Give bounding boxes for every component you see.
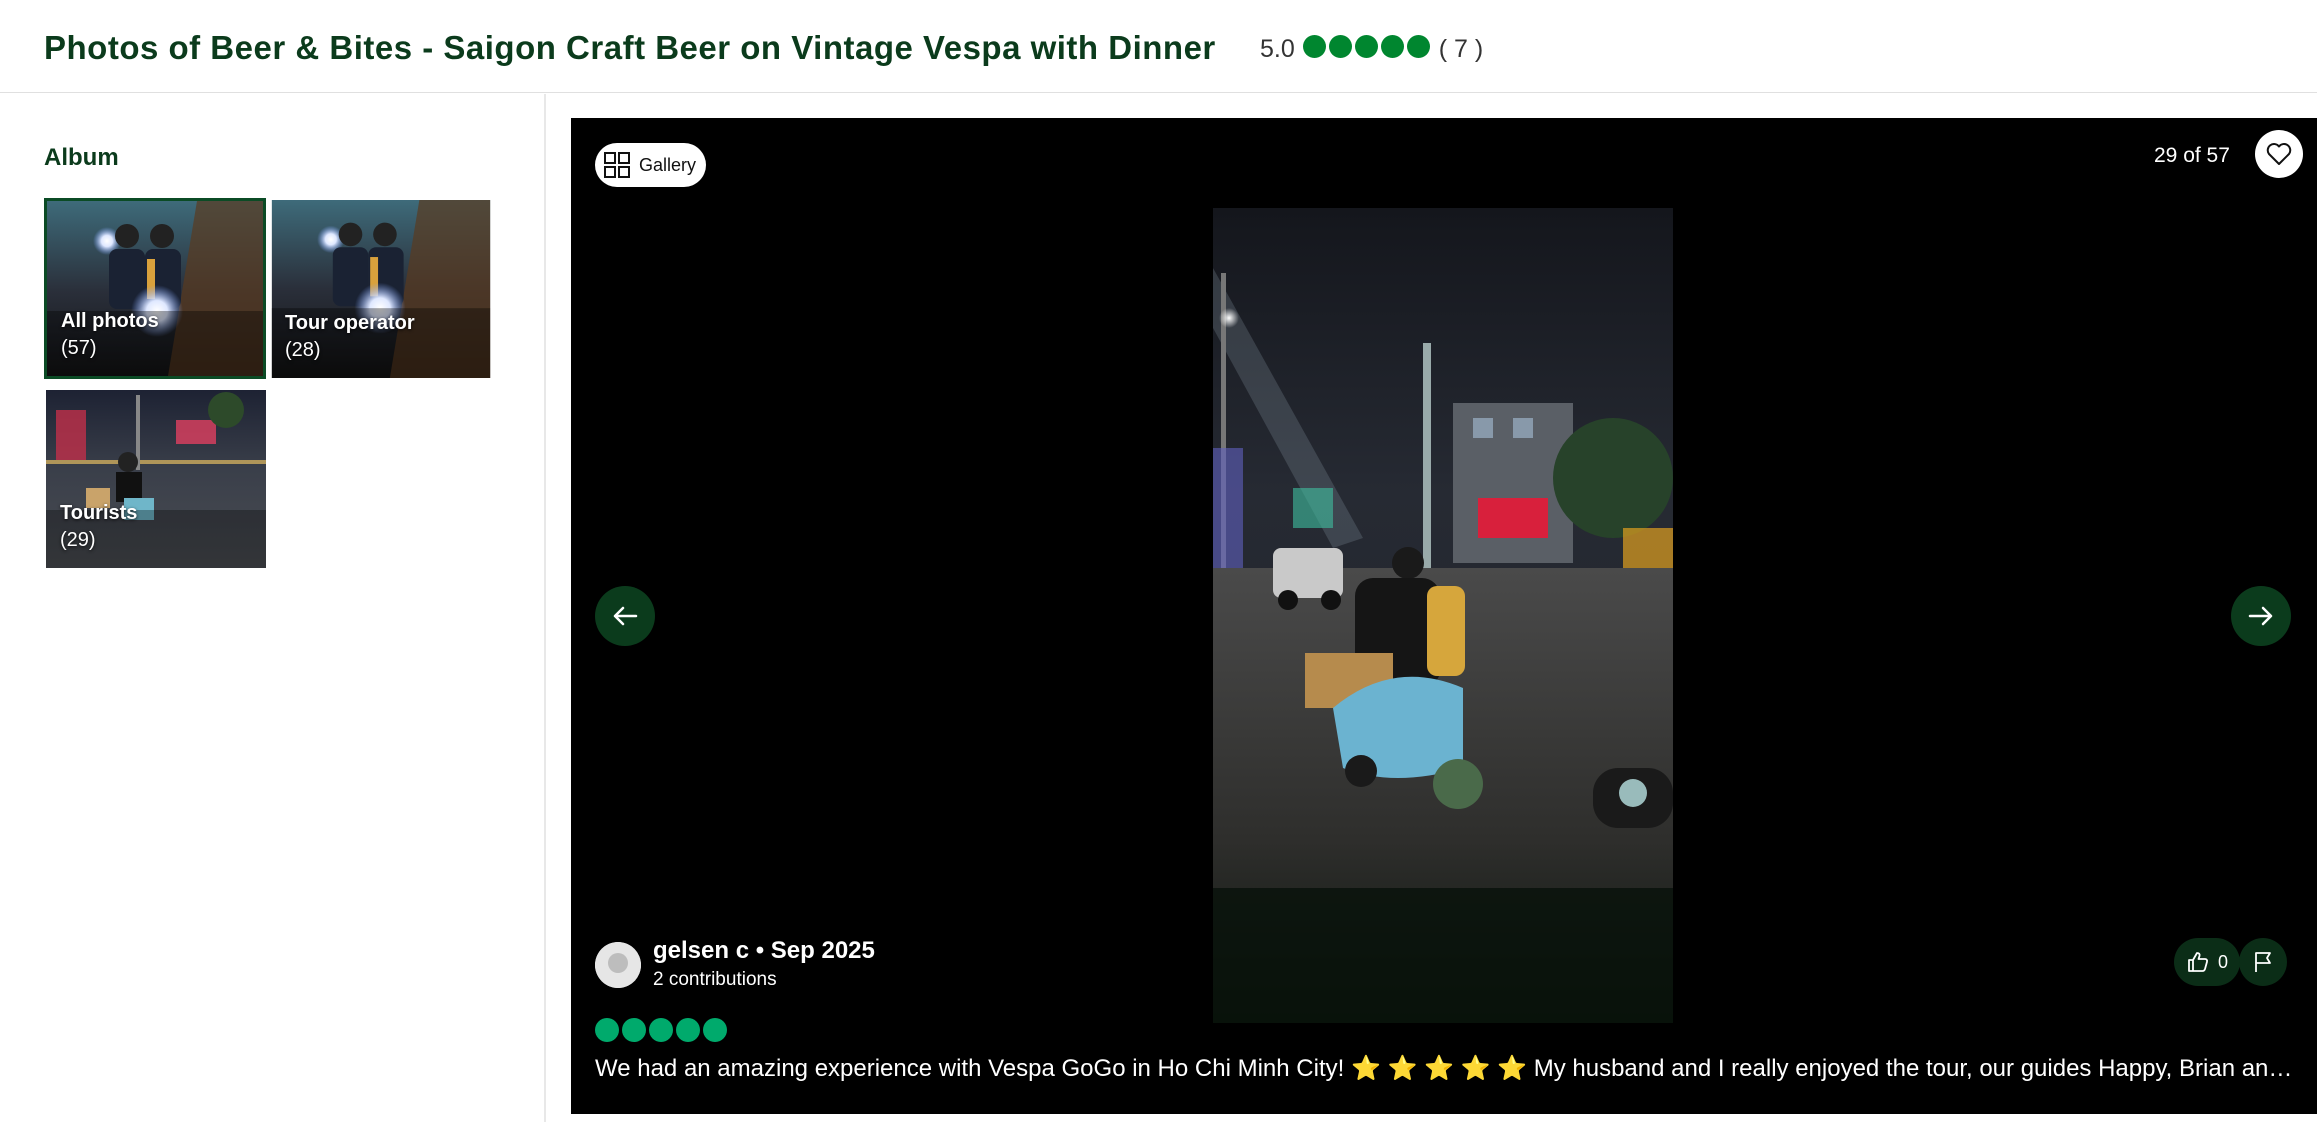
album-sidebar: Album All photos (57) Tour operator (28)… bbox=[0, 94, 546, 1122]
rating-bubble bbox=[1354, 35, 1378, 58]
rating-bubble bbox=[1302, 35, 1326, 58]
review-count[interactable]: ( 7 ) bbox=[1439, 35, 1483, 64]
rating-bubble bbox=[649, 1018, 673, 1042]
album-name: Tour operator bbox=[285, 312, 415, 334]
rating-bubble bbox=[676, 1018, 700, 1042]
album-count: (29) bbox=[60, 529, 96, 551]
main-photo bbox=[1213, 208, 1673, 1023]
album-count: (57) bbox=[61, 337, 97, 359]
helpful-vote-button[interactable]: 0 bbox=[2174, 938, 2241, 986]
heart-icon bbox=[2266, 143, 2292, 165]
album-tile-tourists[interactable]: Tourists (29) bbox=[46, 390, 266, 568]
page-title: Photos of Beer & Bites - Saigon Craft Be… bbox=[44, 29, 1216, 66]
arrow-left-icon bbox=[613, 606, 638, 626]
rating-bubble bbox=[622, 1018, 646, 1042]
avatar[interactable] bbox=[595, 942, 641, 988]
avatar-placeholder-icon bbox=[595, 942, 641, 988]
report-photo-button[interactable] bbox=[2239, 938, 2287, 986]
rating-score: 5.0 bbox=[1260, 34, 1295, 63]
album-label: Tourists (29) bbox=[60, 500, 137, 554]
rating-bubbles bbox=[1302, 35, 1433, 63]
rating-bubble bbox=[1380, 35, 1404, 58]
review-star-emojis: ⭐ ⭐ ⭐ ⭐ ⭐ bbox=[1350, 1055, 1528, 1082]
photo-viewer: Gallery 29 of 57 gelsen c • Sep 2025 2 c… bbox=[571, 118, 2317, 1114]
rating-bubble bbox=[595, 1018, 619, 1042]
next-photo-button[interactable] bbox=[2231, 586, 2291, 646]
gallery-button[interactable]: Gallery bbox=[595, 143, 707, 187]
gallery-label: Gallery bbox=[639, 154, 697, 175]
review-text[interactable]: We had an amazing experience with Vespa … bbox=[595, 1054, 2295, 1083]
album-name: All photos bbox=[61, 310, 159, 332]
album-tile-all-photos[interactable]: All photos (57) bbox=[44, 198, 266, 379]
author-info: gelsen c • Sep 2025 2 contributions bbox=[653, 936, 875, 994]
review-rating-bubbles bbox=[595, 1018, 730, 1042]
rating-bubble bbox=[703, 1018, 727, 1042]
album-tile-tour-operator[interactable]: Tour operator (28) bbox=[271, 200, 491, 378]
page-header: Photos of Beer & Bites - Saigon Craft Be… bbox=[0, 0, 2317, 93]
gallery-grid-icon bbox=[604, 152, 630, 178]
helpful-count: 0 bbox=[2218, 951, 2229, 972]
review-author: gelsen c • Sep 2025 2 contributions bbox=[595, 936, 875, 994]
rating-bubble bbox=[1328, 35, 1352, 58]
album-name: Tourists bbox=[60, 502, 138, 524]
album-label: All photos (57) bbox=[61, 308, 159, 362]
album-count: (28) bbox=[285, 339, 321, 361]
rating-bubble bbox=[1406, 35, 1430, 58]
album-heading: Album bbox=[44, 144, 119, 171]
author-name-date[interactable]: gelsen c • Sep 2025 bbox=[653, 936, 875, 966]
save-favorite-button[interactable] bbox=[2255, 130, 2303, 178]
thumbs-up-icon bbox=[2188, 952, 2209, 972]
album-label: Tour operator (28) bbox=[285, 310, 415, 364]
review-text-end: My husband and I really enjoyed the tour… bbox=[1533, 1055, 2293, 1082]
rating-summary[interactable]: 5.0 ( 7 ) bbox=[1260, 32, 1483, 66]
previous-photo-button[interactable] bbox=[595, 586, 655, 646]
arrow-right-icon bbox=[2248, 606, 2273, 626]
photo-counter: 29 of 57 bbox=[2154, 144, 2230, 167]
review-text-start: We had an amazing experience with Vespa … bbox=[595, 1055, 1345, 1082]
author-contributions: 2 contributions bbox=[653, 969, 777, 990]
flag-icon bbox=[2255, 952, 2271, 972]
photo-image bbox=[1213, 208, 1673, 1023]
